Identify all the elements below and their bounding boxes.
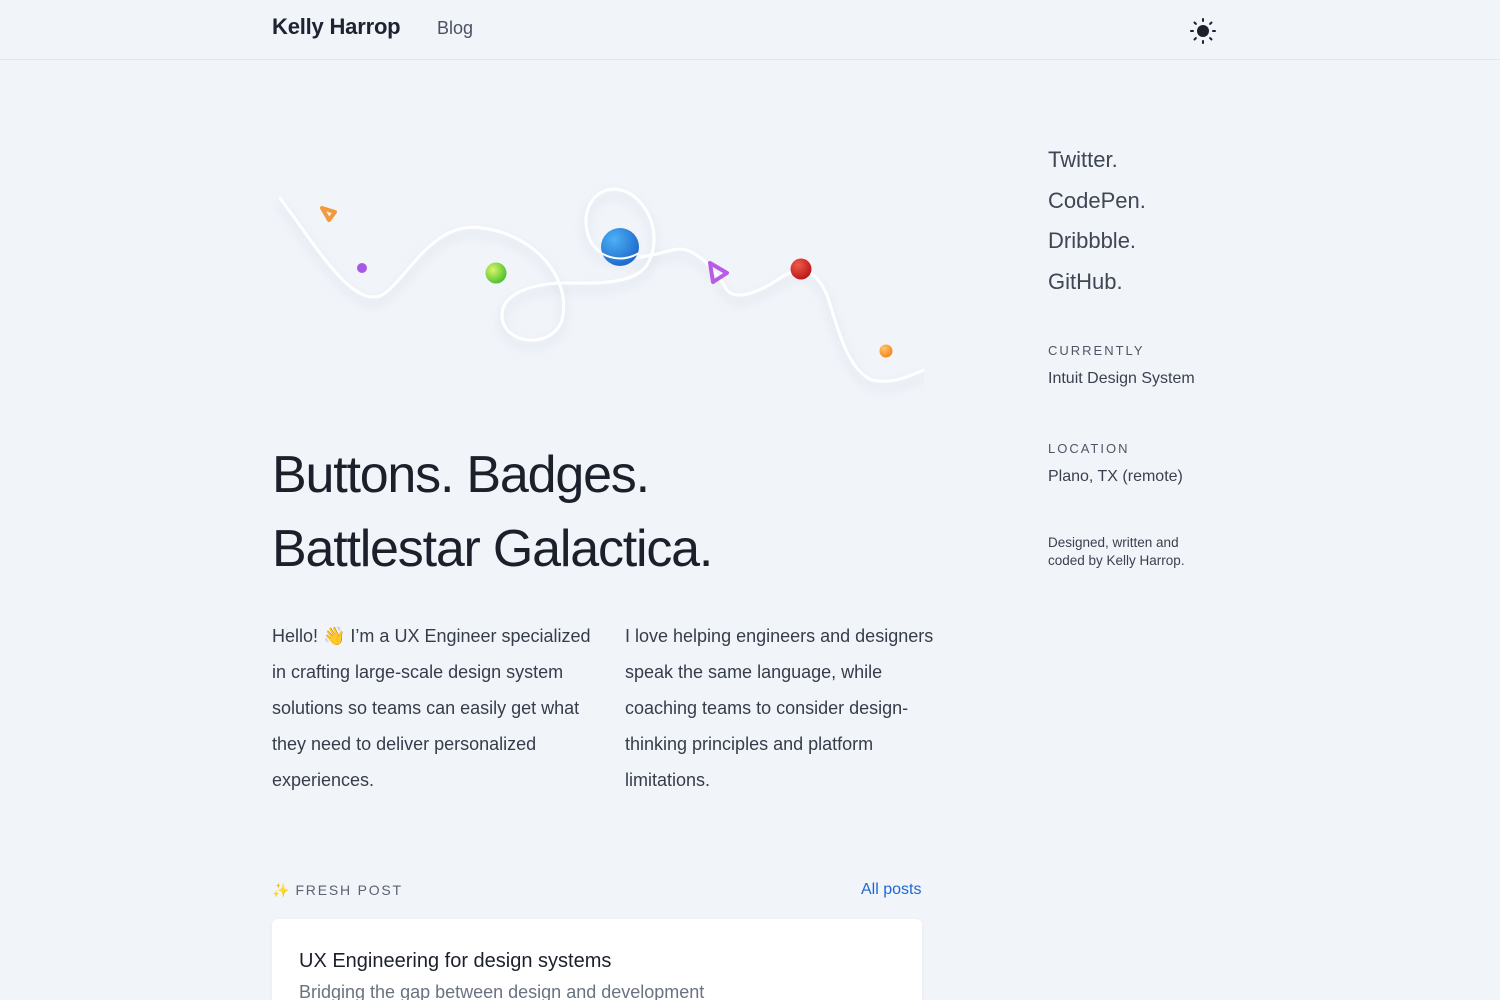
social-item: GitHub. [1048,268,1146,309]
top-navigation-bar: Kelly Harrop Blog [0,0,1500,60]
codepen-link[interactable]: CodePen. [1048,188,1146,213]
social-item: CodePen. [1048,187,1146,228]
theme-toggle-button[interactable] [1188,16,1218,46]
location-value: Plano, TX (remote) [1048,468,1183,485]
fresh-post-label: ✨ FRESH POST [272,882,403,899]
headline-line-1: Buttons. Badges. [272,446,650,504]
purple-play-icon [708,261,729,284]
social-item: Twitter. [1048,146,1146,187]
orange-triangle-icon [320,206,337,222]
all-posts-link[interactable]: All posts [861,881,921,899]
hero-headline: Buttons. Badges. Battlestar Galactica. [272,438,972,586]
green-ball-icon [485,262,507,284]
fresh-post-label-text: FRESH POST [295,882,403,898]
social-item: Dribbble. [1048,227,1146,268]
sparkles-icon: ✨ [272,882,290,898]
github-link[interactable]: GitHub. [1048,269,1123,294]
twitter-link[interactable]: Twitter. [1048,147,1118,172]
blue-planet-icon [601,228,639,266]
dribbble-link[interactable]: Dribbble. [1048,228,1136,253]
currently-value: Intuit Design System [1048,370,1195,387]
post-subtitle: Bridging the gap between design and deve… [299,982,705,1000]
post-title[interactable]: UX Engineering for design systems [299,950,611,973]
orange-dot-icon [879,344,893,358]
hero-illustration [272,180,926,400]
social-links: Twitter. CodePen. Dribbble. GitHub. [1048,146,1146,309]
location-label: LOCATION [1048,441,1130,456]
post-card[interactable]: UX Engineering for design systems Bridgi… [272,919,922,1000]
headline-line-2: Battlestar Galactica. [272,520,713,578]
curvy-line [278,187,926,383]
purple-dot-icon [357,263,367,273]
nav-link-blog[interactable]: Blog [437,18,473,39]
site-credit: Designed, written and coded by Kelly Har… [1048,535,1185,568]
currently-label: CURRENTLY [1048,343,1145,358]
intro-paragraph-right: I love helping engineers and designers s… [625,626,934,790]
brand-link[interactable]: Kelly Harrop [272,14,401,40]
sun-icon [1190,18,1216,44]
red-ball-icon [790,258,812,280]
intro-paragraph-left: Hello! 👋 I’m a UX Engineer specialized i… [272,626,591,790]
